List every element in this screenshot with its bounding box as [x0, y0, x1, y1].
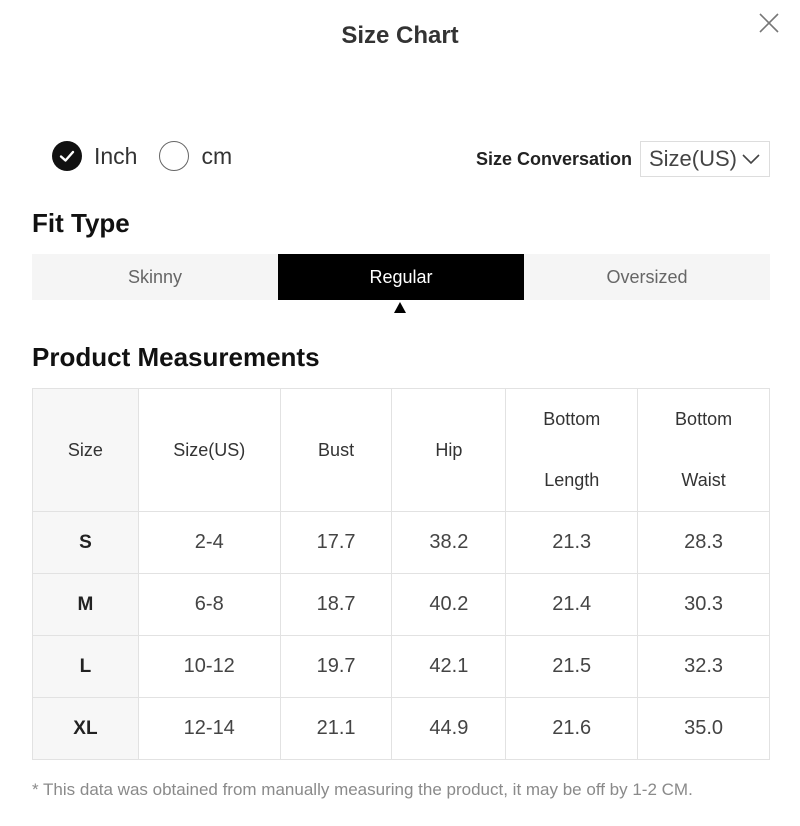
cell-bust: 17.7 [279, 511, 393, 574]
table-header-row: Size Size(US) Bust Hip Bottom Length Bot… [32, 388, 770, 512]
table-row: S 2-4 17.7 38.2 21.3 28.3 [32, 511, 770, 574]
checked-icon[interactable] [52, 141, 82, 171]
unchecked-radio-icon[interactable] [159, 141, 190, 171]
cell-bottom-waist: 32.3 [637, 635, 770, 698]
cell-bottom-length: 21.3 [505, 511, 639, 574]
cell-size: S [32, 511, 139, 574]
cell-bust: 21.1 [279, 697, 393, 760]
table-row: L 10-12 19.7 42.1 21.5 32.3 [32, 635, 770, 698]
header-size-us: Size(US) [137, 388, 281, 512]
close-button[interactable] [758, 12, 780, 34]
cell-hip: 42.1 [391, 635, 507, 698]
table-row: XL 12-14 21.1 44.9 21.6 35.0 [32, 697, 770, 760]
header-bust: Bust [279, 388, 393, 512]
size-conversion-value: Size(US) [648, 146, 737, 171]
page-title: Size Chart [341, 22, 459, 49]
cell-bottom-length: 21.6 [505, 697, 639, 760]
active-tab-pointer-icon [394, 302, 406, 313]
product-measurements-title: Product Measurements [32, 342, 320, 372]
size-conversion-select[interactable]: Size(US) [639, 141, 770, 177]
cell-bottom-waist: 35.0 [637, 697, 770, 760]
measurement-disclaimer: * This data was obtained from manually m… [32, 780, 693, 799]
header-hip: Hip [391, 388, 507, 512]
header-bottom-waist-line2: Waist [681, 470, 726, 490]
chevron-down-icon [742, 154, 760, 165]
tab-oversized[interactable]: Oversized [524, 254, 770, 300]
cell-bottom-length: 21.4 [505, 573, 639, 636]
cell-size-us: 2-4 [137, 511, 281, 574]
size-conversion-label: Size Conversation [475, 148, 632, 169]
cell-size-us: 12-14 [137, 697, 281, 760]
measurements-table: Size Size(US) Bust Hip Bottom Length Bot… [32, 388, 770, 760]
fit-type-tabs: Skinny Regular Oversized [32, 254, 770, 300]
cell-size: L [32, 635, 139, 698]
unit-label-inch: Inch [94, 142, 138, 169]
cell-hip: 44.9 [391, 697, 507, 760]
cell-size-us: 6-8 [137, 573, 281, 636]
unit-label-cm: cm [201, 142, 233, 169]
cell-bottom-waist: 28.3 [637, 511, 770, 574]
cell-bust: 18.7 [279, 573, 393, 636]
unit-radio-inch[interactable]: Inch [52, 141, 137, 171]
unit-selector: Inch cm [52, 136, 254, 176]
table-row: M 6-8 18.7 40.2 21.4 30.3 [32, 573, 770, 636]
cell-size: M [32, 573, 139, 636]
header-bottom-length: Bottom Length [505, 388, 639, 512]
header-bottom-waist: Bottom Waist [637, 388, 770, 512]
cell-hip: 38.2 [391, 511, 507, 574]
cell-size-us: 10-12 [137, 635, 281, 698]
cell-bottom-waist: 30.3 [637, 573, 770, 636]
tab-regular[interactable]: Regular [278, 254, 524, 300]
tab-skinny[interactable]: Skinny [32, 254, 278, 300]
size-conversion: Size Conversation Size(US) [476, 141, 770, 177]
header-bottom-length-line1: Bottom [543, 409, 601, 429]
header-size: Size [32, 388, 139, 512]
fit-type-title: Fit Type [32, 208, 130, 238]
cell-hip: 40.2 [391, 573, 507, 636]
header-bottom-length-line2: Length [544, 470, 600, 490]
header-bottom-waist-line1: Bottom [675, 409, 733, 429]
cell-size: XL [32, 697, 139, 760]
cell-bust: 19.7 [279, 635, 393, 698]
close-icon[interactable] [758, 12, 780, 34]
cell-bottom-length: 21.5 [505, 635, 639, 698]
unit-radio-cm[interactable]: cm [159, 141, 232, 171]
